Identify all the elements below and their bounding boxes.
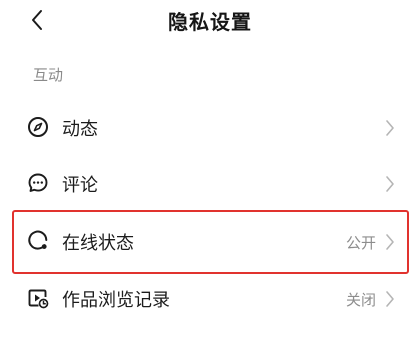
settings-item-dynamic[interactable]: 动态 bbox=[0, 100, 420, 156]
online-status-icon bbox=[27, 230, 49, 252]
video-history-icon bbox=[27, 287, 49, 309]
settings-item-label: 评论 bbox=[62, 175, 98, 196]
comment-icon bbox=[27, 172, 49, 194]
settings-item-value: 关闭 bbox=[345, 291, 376, 309]
settings-item-label: 在线状态 bbox=[62, 233, 134, 254]
page-title: 隐私设置 bbox=[168, 10, 252, 34]
header: 隐私设置 bbox=[0, 0, 420, 40]
compass-icon bbox=[27, 116, 49, 138]
section-label-interaction: 互动 bbox=[33, 66, 64, 84]
settings-item-video-history[interactable]: 作品浏览记录 关闭 bbox=[0, 271, 420, 327]
settings-item-value: 公开 bbox=[345, 234, 376, 252]
settings-item-comment[interactable]: 评论 bbox=[0, 156, 420, 212]
chevron-right-icon bbox=[385, 233, 395, 251]
settings-item-online-status[interactable]: 在线状态 公开 bbox=[0, 214, 420, 270]
chevron-right-icon bbox=[385, 119, 395, 137]
chevron-right-icon bbox=[385, 290, 395, 308]
chevron-right-icon bbox=[385, 175, 395, 193]
settings-item-label: 作品浏览记录 bbox=[62, 290, 170, 311]
settings-item-label: 动态 bbox=[62, 119, 98, 140]
